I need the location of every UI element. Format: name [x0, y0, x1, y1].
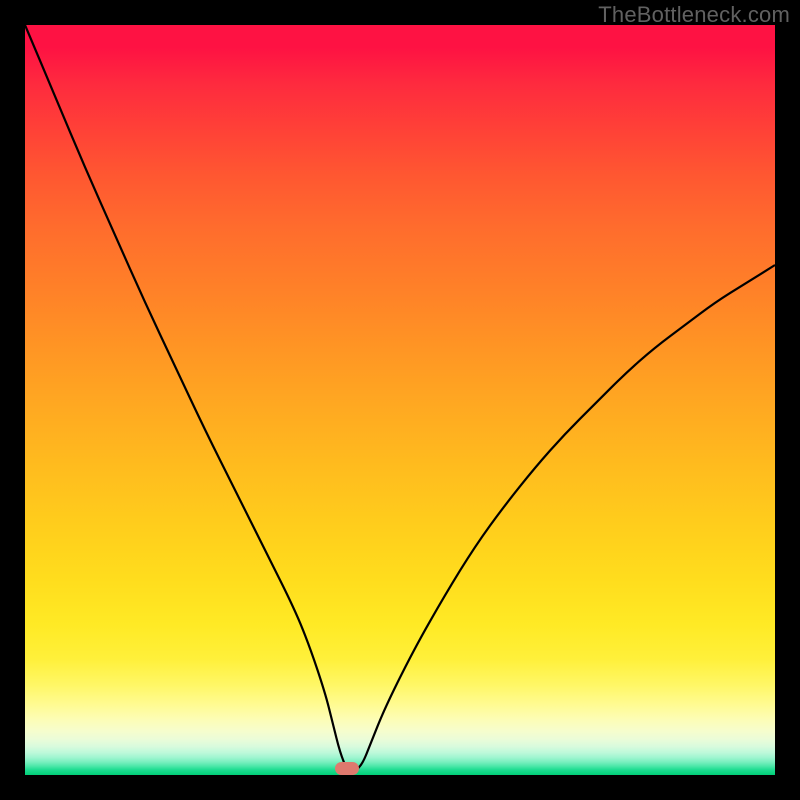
watermark-text: TheBottleneck.com — [598, 2, 790, 28]
minimum-marker — [335, 762, 359, 775]
bottleneck-curve-svg — [25, 25, 775, 775]
bottleneck-curve-path — [25, 25, 775, 771]
plot-area — [25, 25, 775, 775]
chart-frame: TheBottleneck.com — [0, 0, 800, 800]
